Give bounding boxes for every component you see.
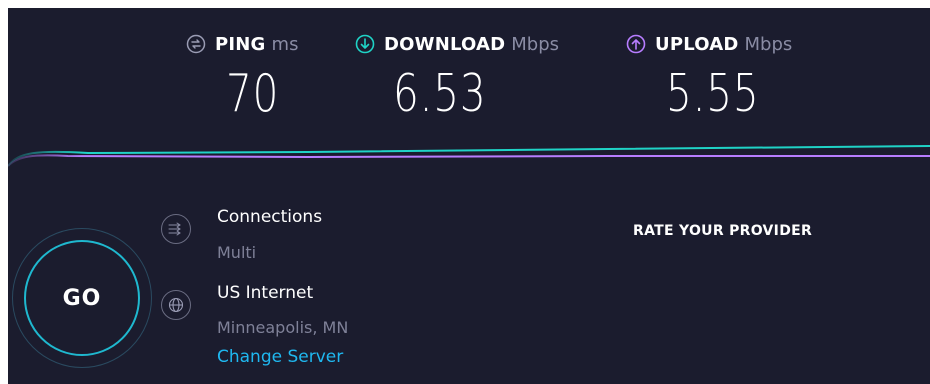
upload-metric: UPLOAD Mbps 5.55: [626, 30, 792, 140]
speed-graph: [8, 145, 930, 167]
ping-icon: [186, 34, 206, 54]
upload-speed-line: [8, 154, 930, 167]
rate-your-provider-button[interactable]: RATE YOUR PROVIDER: [633, 223, 812, 239]
go-button[interactable]: GO: [24, 240, 140, 356]
globe-icon: [161, 290, 191, 320]
ping-metric: PING ms 70: [186, 30, 298, 140]
upload-value: 5.55: [666, 64, 760, 124]
ping-header: PING ms: [186, 30, 298, 58]
download-header: DOWNLOAD Mbps: [355, 30, 559, 58]
ping-label: PING: [215, 33, 266, 55]
change-server-link[interactable]: Change Server: [217, 347, 343, 367]
upload-header: UPLOAD Mbps: [626, 30, 792, 58]
upload-arrow-icon: [626, 34, 646, 54]
connections-mode: Multi: [217, 243, 257, 262]
download-label: DOWNLOAD: [384, 33, 506, 55]
go-button-area: GO: [12, 228, 162, 378]
download-metric: DOWNLOAD Mbps 6.53: [355, 30, 559, 140]
download-value: 6.53: [393, 64, 487, 124]
upload-unit: Mbps: [744, 33, 793, 55]
connections-title: Connections: [217, 207, 323, 227]
connections-icon[interactable]: [161, 214, 191, 244]
download-unit: Mbps: [511, 33, 560, 55]
speedtest-panel: PING ms 70 DOWNLOAD Mbps 6.53 UPLOAD Mbp…: [8, 8, 930, 384]
go-label: GO: [62, 285, 102, 311]
ping-value: 70: [226, 64, 280, 124]
ping-unit: ms: [271, 33, 299, 55]
server-provider: US Internet: [217, 283, 314, 303]
download-arrow-icon: [355, 34, 375, 54]
server-location: Minneapolis, MN: [217, 318, 349, 337]
upload-label: UPLOAD: [655, 33, 739, 55]
